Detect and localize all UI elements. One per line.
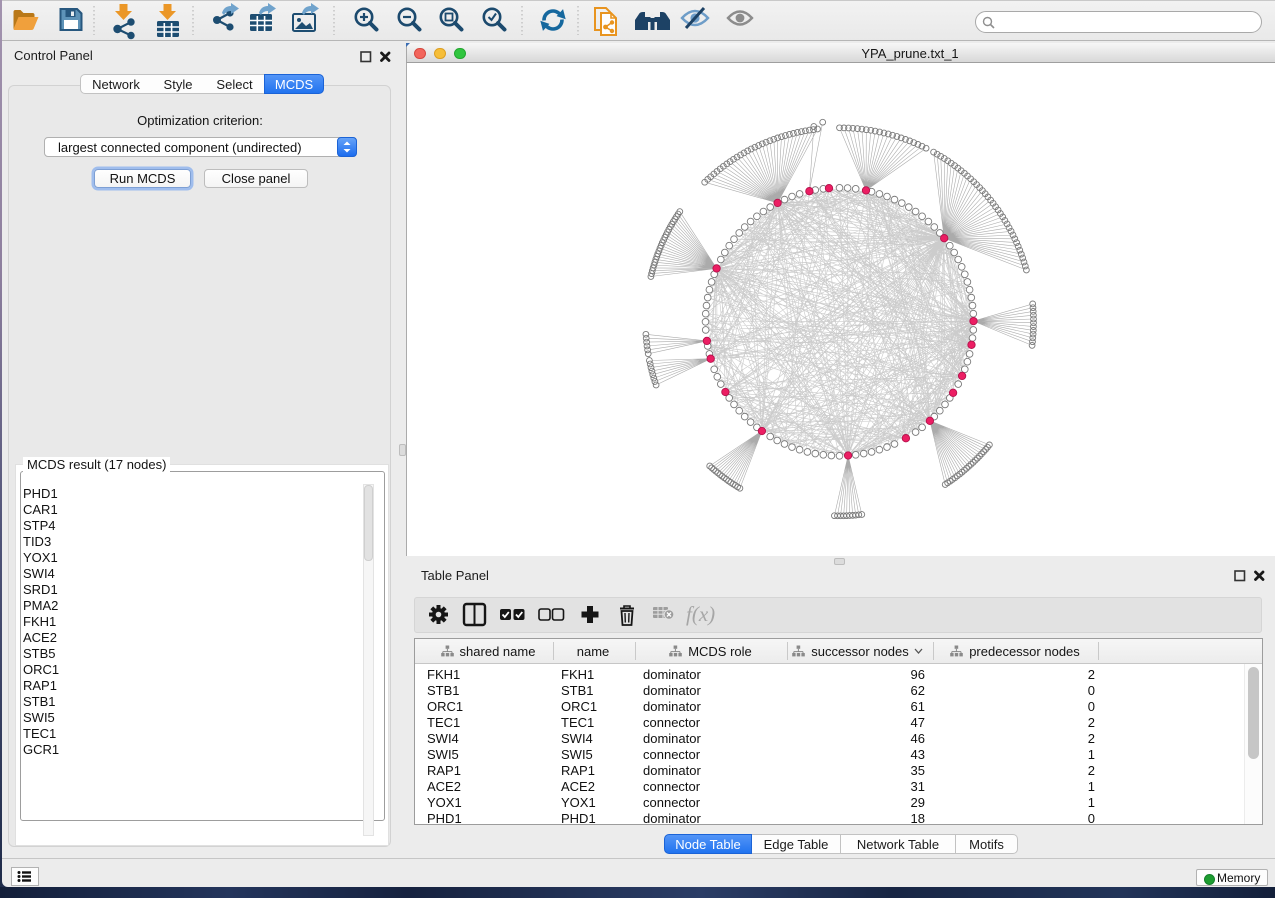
svg-text:f(x): f(x) — [686, 602, 715, 626]
